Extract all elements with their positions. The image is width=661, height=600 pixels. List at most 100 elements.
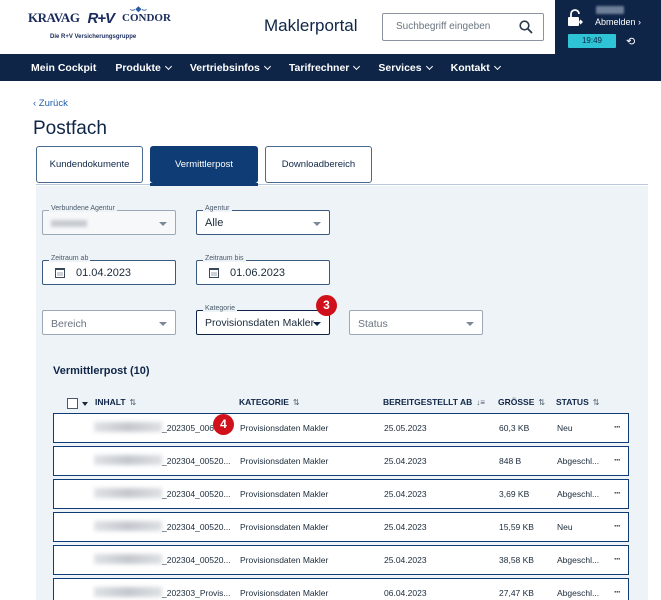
kategorie-select[interactable]: Kategorie Provisionsdaten Makler [196,305,330,335]
redacted-filename [94,521,162,531]
verbundene-agentur-select[interactable]: Verbundene Agentur [42,205,176,235]
chevron-down-icon [493,62,501,70]
cell-inhalt[interactable]: _202304_00520... [162,489,231,499]
tab-vermittlerpost[interactable]: Vermittlerpost [150,146,258,183]
cell-groesse: 60,3 KB [499,423,530,433]
tab-kundendokumente[interactable]: Kundendokumente [36,146,143,183]
more-actions-icon[interactable]: ··· [614,422,621,432]
cell-groesse: 848 B [499,456,522,466]
zeitraum-bis-label: Zeitraum bis [203,255,246,262]
table-row[interactable]: _202304_00520... Provisionsdaten Makler … [53,446,629,476]
cell-kategorie: Provisionsdaten Makler [240,588,329,598]
chevron-down-icon [263,62,271,70]
lock-icon [568,9,583,26]
verbundene-agentur-value [51,220,87,227]
sort-icon: ⇅ [592,398,600,407]
column-inhalt[interactable]: INHALT ⇅ [95,397,136,407]
rv-logo: R+V [87,9,115,27]
nav-item-kontakt[interactable]: Kontakt [451,62,501,74]
cell-status: Abgeschl... [557,456,600,466]
zeitraum-ab-label: Zeitraum ab [49,255,91,262]
cell-status: Abgeschl... [557,489,600,499]
tab-downloadbereich[interactable]: Downloadbereich [265,146,372,183]
chevron-down-icon [425,62,433,70]
bereich-select[interactable]: Bereich [42,310,176,335]
back-link[interactable]: ‹ Zurück [33,98,68,109]
column-bereitgestellt-ab[interactable]: BEREITGESTELLT AB ↓≡ [383,397,485,407]
table-header: INHALT ⇅ KATEGORIE ⇅ BEREITGESTELLT AB ↓≡ G… [53,395,628,413]
verbundene-agentur-label: Verbundene Agentur [49,205,117,212]
status-select[interactable]: Status [349,310,483,335]
kravag-logo: KRAVAG [28,10,80,25]
chevron-down-icon [353,62,361,70]
column-kategorie[interactable]: KATEGORIE ⇅ [239,397,300,407]
more-actions-icon[interactable]: ··· [614,488,621,498]
zeitraum-bis-field[interactable]: Zeitraum bis 01.06.2023 [196,255,330,285]
refresh-icon[interactable]: ⟲ [626,35,635,48]
cell-kategorie: Provisionsdaten Makler [240,423,329,433]
agentur-value: Alle [205,217,224,229]
cell-groesse: 38,58 KB [499,555,534,565]
cell-inhalt[interactable]: _202304_00520... [162,456,231,466]
more-actions-icon[interactable]: ··· [614,587,621,597]
cell-groesse: 27,47 KB [499,588,534,598]
agentur-select[interactable]: Agentur Alle [196,205,330,235]
cell-datum: 25.05.2023 [384,423,427,433]
annotation-badge-3: 3 [316,295,337,316]
session-timer: 19:49 [568,34,616,48]
table-row[interactable]: _202304_00520... Provisionsdaten Makler … [53,545,629,575]
caret-down-icon [159,222,167,226]
more-actions-icon[interactable]: ··· [614,521,621,531]
nav-item-vertriebsinfos[interactable]: Vertriebsinfos [190,62,271,74]
caret-down-icon[interactable] [82,402,88,406]
table-row[interactable]: _202304_00520... Provisionsdaten Makler … [53,479,629,509]
portal-title: Maklerportal [264,16,358,35]
main-nav: Mein Cockpit Produkte Vertriebsinfos Tar… [0,54,661,81]
sort-icon: ⇅ [292,398,300,407]
cell-inhalt[interactable]: _202304_00520... [162,555,231,565]
nav-item-tarifrechner[interactable]: Tarifrechner [289,62,361,74]
table-row[interactable]: _202303_Provis... Provisionsdaten Makler… [53,578,629,600]
table-row[interactable]: _202304_00520... Provisionsdaten Makler … [53,512,629,542]
search-input[interactable]: Suchbegriff eingeben [382,13,544,41]
caret-down-icon [159,322,167,326]
column-status[interactable]: STATUS ⇅ [556,397,599,407]
chevron-down-icon [164,62,172,70]
more-actions-icon[interactable]: ··· [614,554,621,564]
cell-kategorie: Provisionsdaten Makler [240,555,329,565]
calendar-icon[interactable] [55,268,65,278]
cell-datum: 25.04.2023 [384,555,427,565]
redacted-filename [94,488,162,498]
bereich-placeholder: Bereich [51,318,87,330]
redacted-filename [94,587,162,597]
cell-status: Neu [557,423,573,433]
cell-inhalt[interactable]: _202304_00520... [162,522,231,532]
user-name [596,6,624,14]
brand-logos[interactable]: KRAVAG R+V ⌣◆⌣ CONDOR Die R+V Versicherun… [28,5,198,46]
cell-inhalt[interactable]: _202305_006 [162,423,214,433]
user-panel: Abmelden › 19:49 ⟲ [555,0,661,54]
zeitraum-bis-value: 01.06.2023 [230,267,286,279]
kategorie-label: Kategorie [203,305,237,312]
more-actions-icon[interactable]: ··· [614,455,621,465]
logout-button[interactable]: Abmelden › [595,17,641,27]
kategorie-value: Provisionsdaten Makler [205,317,315,329]
annotation-badge-4: 4 [213,414,234,435]
nav-item-services[interactable]: Services [378,62,433,74]
zeitraum-ab-field[interactable]: Zeitraum ab 01.04.2023 [42,255,176,285]
column-groesse[interactable]: GRÖSSE ⇅ [498,397,545,407]
select-all-checkbox[interactable] [67,398,78,409]
cell-inhalt[interactable]: _202303_Provis... [162,588,231,598]
nav-item-mein-cockpit[interactable]: Mein Cockpit [31,62,96,74]
zeitraum-ab-value: 01.04.2023 [76,267,132,279]
calendar-icon[interactable] [209,268,219,278]
caret-down-icon [313,322,321,326]
cell-kategorie: Provisionsdaten Makler [240,456,329,466]
page-title: Postfach [33,118,107,139]
nav-item-produkte[interactable]: Produkte [115,62,172,74]
table-row[interactable]: _202305_006 Provisionsdaten Makler 25.05… [53,413,629,443]
status-placeholder: Status [358,318,388,330]
logo-subtitle: Die R+V Versicherungsgruppe [50,34,137,40]
search-icon[interactable] [519,20,533,34]
cell-groesse: 3,69 KB [499,489,530,499]
